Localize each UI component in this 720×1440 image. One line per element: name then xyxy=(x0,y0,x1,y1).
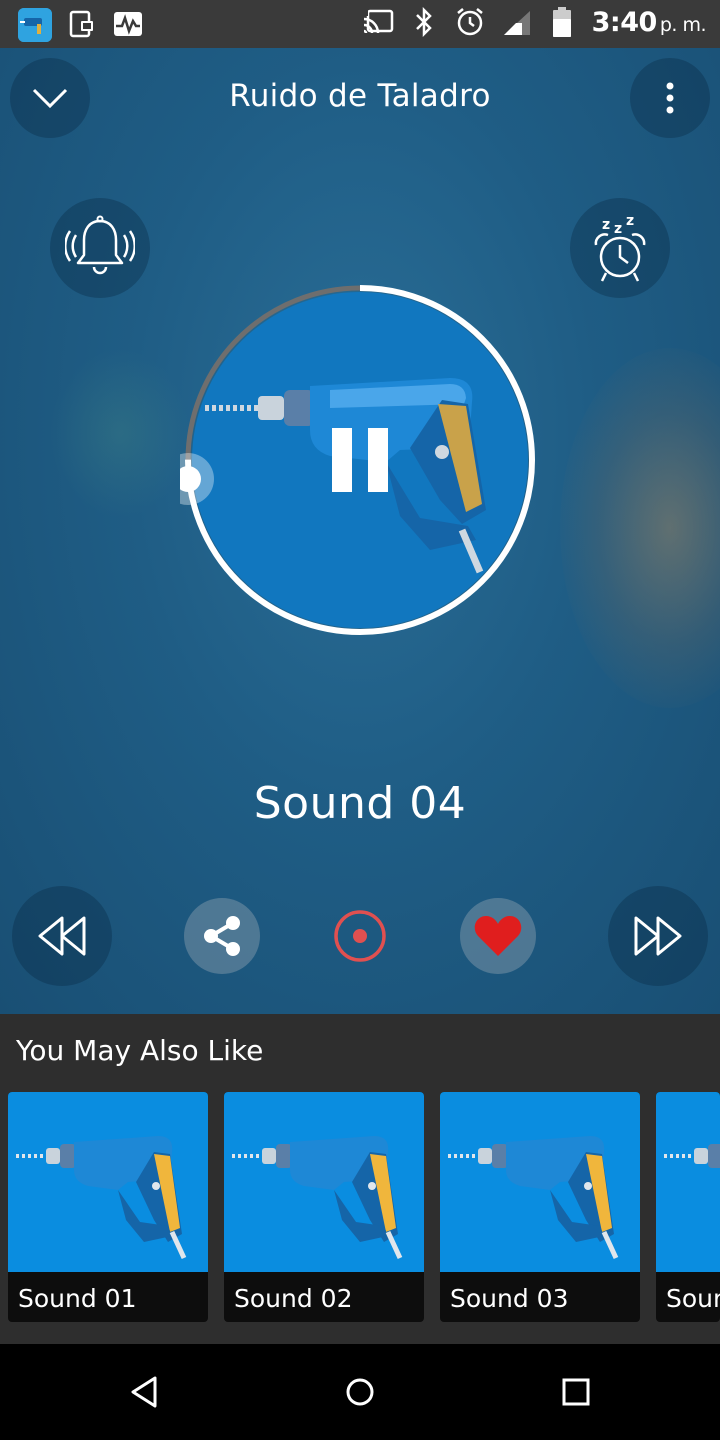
battery-icon xyxy=(546,6,578,38)
signal-icon xyxy=(500,6,532,38)
device-icon xyxy=(66,8,98,40)
drill-thumbnail xyxy=(224,1092,424,1272)
previous-button[interactable] xyxy=(12,886,112,986)
overflow-menu-button[interactable] xyxy=(630,58,710,138)
home-button[interactable] xyxy=(340,1372,380,1412)
clock: 3:40 p. m. xyxy=(591,6,707,38)
share-button[interactable] xyxy=(184,898,260,974)
home-circle-icon xyxy=(346,1378,374,1406)
back-triangle-icon xyxy=(131,1376,157,1408)
back-button[interactable] xyxy=(124,1372,164,1412)
sleep-timer-button[interactable]: z z z xyxy=(570,198,670,298)
suggestion-label: Sound 05 xyxy=(666,1284,720,1313)
status-bar: 3:40 p. m. xyxy=(0,0,720,48)
drill-thumbnail xyxy=(656,1092,720,1272)
drill-thumbnail xyxy=(8,1092,208,1272)
suggestions-section: You May Also Like Sound 01 Sound 02 Soun… xyxy=(0,1014,720,1344)
cast-icon xyxy=(361,6,394,38)
fast-forward-icon xyxy=(634,916,682,956)
sleep-alarm-icon: z z z xyxy=(594,213,646,282)
svg-text:z: z xyxy=(614,221,622,237)
drill-thumbnail xyxy=(440,1092,640,1272)
section-title: You May Also Like xyxy=(16,1034,264,1067)
page-title: Ruido de Taladro xyxy=(229,78,491,114)
recents-square-icon xyxy=(562,1378,590,1406)
suggestion-card[interactable]: Sound 02 xyxy=(224,1092,424,1322)
suggestion-label: Sound 03 xyxy=(450,1284,569,1313)
favorite-button[interactable] xyxy=(460,898,536,974)
more-vert-icon xyxy=(666,82,674,114)
track-title: Sound 04 xyxy=(253,778,467,829)
set-ringtone-button[interactable] xyxy=(50,198,150,298)
record-icon xyxy=(334,910,386,962)
rewind-icon xyxy=(38,916,86,956)
suggestion-card[interactable]: Sound 03 xyxy=(440,1092,640,1322)
next-button[interactable] xyxy=(608,886,708,986)
background-glow xyxy=(560,348,720,708)
bell-ring-icon xyxy=(65,215,135,275)
bluetooth-icon xyxy=(408,6,440,38)
activity-icon xyxy=(112,8,144,40)
share-icon xyxy=(204,916,240,956)
svg-text:z: z xyxy=(602,217,610,233)
player-panel: Ruido de Taladro z z z Sound 04 xyxy=(0,48,720,1014)
record-button[interactable] xyxy=(330,906,390,966)
background-glow xyxy=(50,348,190,518)
suggestion-label: Sound 01 xyxy=(18,1284,137,1313)
album-art xyxy=(192,292,528,628)
alarm-icon xyxy=(454,6,486,38)
suggestion-card[interactable]: Sound 05 xyxy=(656,1092,720,1322)
app-notification-icon xyxy=(18,8,52,42)
svg-text:z: z xyxy=(626,213,634,229)
recents-button[interactable] xyxy=(556,1372,596,1412)
suggestion-card[interactable]: Sound 01 xyxy=(8,1092,208,1322)
playback-disc[interactable] xyxy=(162,280,540,640)
suggestion-label: Sound 02 xyxy=(234,1284,353,1313)
system-navigation-bar xyxy=(0,1344,720,1440)
heart-icon xyxy=(474,916,522,956)
